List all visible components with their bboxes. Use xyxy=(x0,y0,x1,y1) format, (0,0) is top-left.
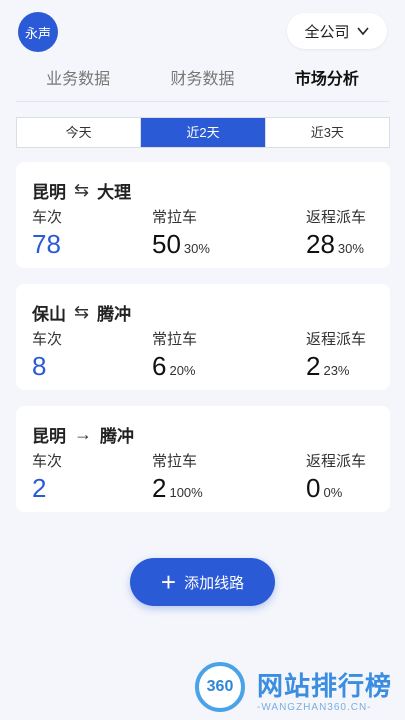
route-card[interactable]: 昆明 → 腾冲 车次 2 常拉车 2 100% 返程派车 0 0% xyxy=(16,406,390,512)
return-stat: 返程派车 28 30% xyxy=(306,206,366,260)
tab-finance-data[interactable]: 财务数据 xyxy=(140,62,264,102)
regular-stat: 常拉车 2 100% xyxy=(152,450,203,504)
route-to: 大理 xyxy=(97,183,132,202)
trips-value: 78 xyxy=(32,229,61,259)
route-to: 腾冲 xyxy=(97,305,132,324)
tab-divider xyxy=(16,101,389,102)
watermark-title: 网站排行榜 xyxy=(257,671,393,701)
route-arrow-icon: → xyxy=(74,424,92,444)
return-percent: 0% xyxy=(323,485,343,500)
route-card[interactable]: 保山 ⇆ 腾冲 车次 8 常拉车 6 20% 返程派车 2 23% xyxy=(16,284,390,390)
trips-stat: 车次 78 xyxy=(32,206,62,260)
tab-bar: 业务数据 财务数据 市场分析 xyxy=(16,62,389,102)
period-last-3-days[interactable]: 近3天 xyxy=(266,118,389,147)
return-stat: 返程派车 2 23% xyxy=(306,328,366,382)
trips-stat: 车次 2 xyxy=(32,450,62,504)
route-from: 昆明 xyxy=(32,183,66,202)
company-select[interactable]: 全公司 xyxy=(287,13,387,49)
add-route-button[interactable]: + 添加线路 xyxy=(130,558,275,606)
route-card[interactable]: 昆明 ⇆ 大理 车次 78 常拉车 50 30% 返程派车 28 30% xyxy=(16,162,390,268)
trips-value: 8 xyxy=(32,351,47,381)
period-today[interactable]: 今天 xyxy=(17,118,142,147)
route-from: 昆明 xyxy=(32,427,66,446)
route-title: 昆明 → 腾冲 xyxy=(32,422,134,447)
tab-business-data[interactable]: 业务数据 xyxy=(16,62,140,102)
return-label: 返程派车 xyxy=(306,209,367,226)
regular-percent: 30% xyxy=(183,241,210,256)
return-label: 返程派车 xyxy=(306,453,367,470)
return-value: 28 xyxy=(306,229,335,259)
regular-value: 50 xyxy=(152,229,181,259)
route-arrow-icon: ⇆ xyxy=(74,302,90,322)
watermark-subtitle: -WANGZHAN360.CN- xyxy=(257,702,372,713)
tab-market-analysis[interactable]: 市场分析 xyxy=(265,62,389,102)
chevron-down-icon xyxy=(356,27,369,36)
plus-icon: + xyxy=(160,567,177,597)
period-last-2-days[interactable]: 近2天 xyxy=(141,118,266,147)
regular-percent: 100% xyxy=(169,485,203,500)
return-percent: 30% xyxy=(337,241,364,256)
watermark: 360 网站排行榜 -WANGZHAN360.CN- xyxy=(195,660,405,720)
trips-value: 2 xyxy=(32,473,47,503)
avatar[interactable]: 永声 xyxy=(18,12,58,52)
regular-value: 2 xyxy=(152,473,167,503)
trips-label: 车次 xyxy=(32,453,63,470)
trips-label: 车次 xyxy=(32,209,63,226)
add-route-label: 添加线路 xyxy=(184,574,245,592)
return-label: 返程派车 xyxy=(306,331,367,348)
route-from: 保山 xyxy=(32,305,66,324)
regular-percent: 20% xyxy=(169,363,196,378)
regular-label: 常拉车 xyxy=(152,209,198,226)
watermark-logo: 360 xyxy=(195,662,245,712)
return-percent: 23% xyxy=(323,363,350,378)
return-stat: 返程派车 0 0% xyxy=(306,450,366,504)
return-value: 2 xyxy=(306,351,321,381)
trips-stat: 车次 8 xyxy=(32,328,62,382)
regular-label: 常拉车 xyxy=(152,331,198,348)
trips-label: 车次 xyxy=(32,331,63,348)
regular-stat: 常拉车 6 20% xyxy=(152,328,197,382)
regular-label: 常拉车 xyxy=(152,453,198,470)
regular-stat: 常拉车 50 30% xyxy=(152,206,210,260)
route-title: 昆明 ⇆ 大理 xyxy=(32,178,131,203)
company-select-label: 全公司 xyxy=(304,23,350,41)
route-to: 腾冲 xyxy=(100,427,134,446)
regular-value: 6 xyxy=(152,351,167,381)
header: 永声 全公司 xyxy=(0,0,405,60)
return-value: 0 xyxy=(306,473,321,503)
route-arrow-icon: ⇆ xyxy=(74,180,90,200)
route-title: 保山 ⇆ 腾冲 xyxy=(32,300,131,325)
period-selector: 今天 近2天 近3天 xyxy=(16,117,390,148)
